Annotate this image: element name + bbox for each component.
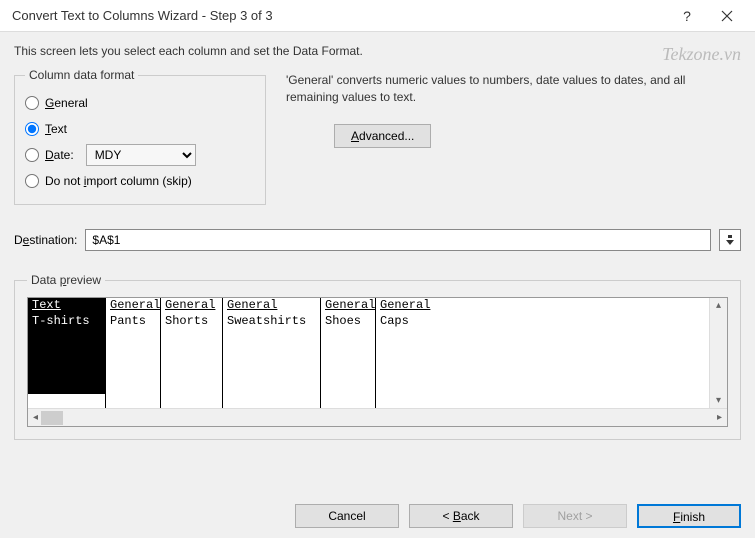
instruction-text: This screen lets you select each column …: [14, 44, 741, 58]
destination-input[interactable]: [85, 229, 711, 251]
radio-text[interactable]: [25, 122, 39, 136]
preview-column[interactable]: TextT-shirts: [28, 298, 106, 408]
scroll-down-icon[interactable]: ▾: [716, 395, 721, 406]
scroll-left-icon[interactable]: ◂: [30, 412, 41, 423]
next-button: Next >: [523, 504, 627, 528]
data-preview-group: Data preview TextT-shirtsGeneralPantsGen…: [14, 273, 741, 440]
radio-skip-label[interactable]: Do not import column (skip): [45, 174, 192, 188]
preview-column[interactable]: GeneralPants: [106, 298, 161, 408]
radio-date-label[interactable]: Date:: [45, 148, 74, 162]
content-area: This screen lets you select each column …: [0, 32, 755, 458]
preview-column-header: General: [321, 298, 375, 314]
preview-column-header: General: [376, 298, 709, 314]
range-selector-button[interactable]: [719, 229, 741, 251]
cancel-button[interactable]: Cancel: [295, 504, 399, 528]
finish-button[interactable]: Finish: [637, 504, 741, 528]
radio-general[interactable]: [25, 96, 39, 110]
footer-buttons: Cancel < Back Next > Finish: [295, 504, 741, 528]
preview-vertical-scrollbar[interactable]: ▴ ▾: [709, 298, 727, 408]
preview-column-header: General: [223, 298, 320, 314]
destination-label: Destination:: [14, 233, 77, 247]
preview-column-value: Sweatshirts: [223, 314, 320, 394]
preview-column-header: General: [106, 298, 160, 314]
preview-column-value: Pants: [106, 314, 160, 394]
preview-columns[interactable]: TextT-shirtsGeneralPantsGeneralShortsGen…: [28, 298, 709, 408]
date-format-select[interactable]: MDY: [86, 144, 196, 166]
advanced-button[interactable]: Advanced...: [334, 124, 431, 148]
preview-column[interactable]: GeneralSweatshirts: [223, 298, 321, 408]
format-legend: Column data format: [25, 68, 138, 82]
destination-row: Destination:: [14, 229, 741, 251]
preview-column[interactable]: GeneralCaps: [376, 298, 709, 408]
preview-horizontal-scrollbar[interactable]: ◂ ▸: [28, 408, 727, 426]
format-description-area: 'General' converts numeric values to num…: [286, 68, 741, 148]
preview-column-value: Shoes: [321, 314, 375, 394]
preview-box: TextT-shirtsGeneralPantsGeneralShortsGen…: [27, 297, 728, 427]
radio-date[interactable]: [25, 148, 39, 162]
titlebar: Convert Text to Columns Wizard - Step 3 …: [0, 0, 755, 32]
preview-column-header: Text: [28, 298, 105, 314]
scroll-right-icon[interactable]: ▸: [714, 412, 725, 423]
format-description: 'General' converts numeric values to num…: [286, 72, 741, 106]
column-format-group: Column data format General Text Date: MD…: [14, 68, 266, 205]
close-button[interactable]: [707, 0, 747, 32]
back-button[interactable]: < Back: [409, 504, 513, 528]
preview-column-value: T-shirts: [28, 314, 105, 394]
radio-text-label[interactable]: Text: [45, 122, 67, 136]
preview-column-header: General: [161, 298, 222, 314]
window-title: Convert Text to Columns Wizard - Step 3 …: [12, 8, 667, 23]
help-button[interactable]: ?: [667, 0, 707, 32]
preview-column-value: Shorts: [161, 314, 222, 394]
preview-legend: Data preview: [27, 273, 105, 287]
preview-column-value: Caps: [376, 314, 709, 394]
scroll-up-icon[interactable]: ▴: [716, 300, 721, 311]
preview-column[interactable]: GeneralShorts: [161, 298, 223, 408]
scroll-thumb[interactable]: [41, 411, 63, 425]
preview-column[interactable]: GeneralShoes: [321, 298, 376, 408]
radio-skip[interactable]: [25, 174, 39, 188]
radio-general-label[interactable]: General: [45, 96, 88, 110]
